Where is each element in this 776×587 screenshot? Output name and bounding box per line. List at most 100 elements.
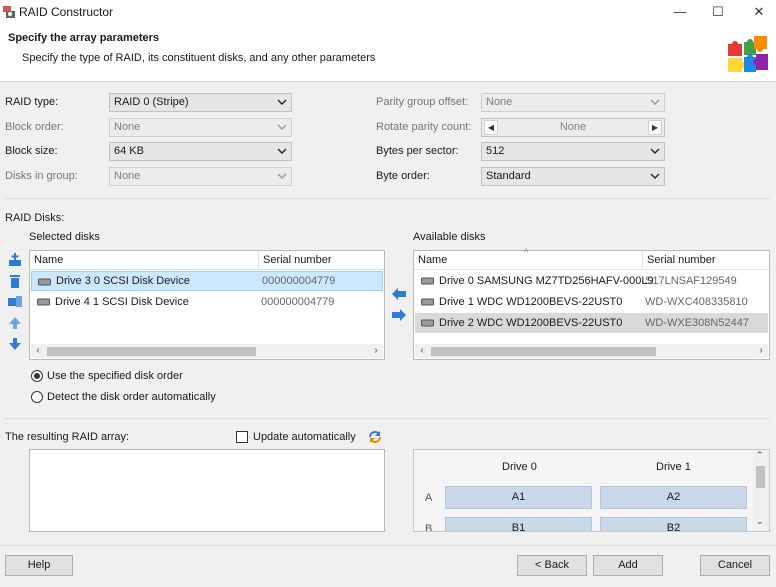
- raid-type-select[interactable]: RAID 0 (Stripe): [109, 93, 292, 112]
- chevron-down-icon: [650, 171, 660, 181]
- raid-disks-label: RAID Disks:: [5, 212, 65, 224]
- block-order-select[interactable]: None: [109, 118, 292, 137]
- close-button[interactable]: ✕: [745, 2, 773, 22]
- detect-order-radio[interactable]: [31, 391, 43, 403]
- block-cell[interactable]: B2: [600, 517, 747, 531]
- scroll-right-icon[interactable]: ›: [754, 344, 768, 358]
- block-cell[interactable]: B1: [445, 517, 592, 531]
- scroll-thumb[interactable]: [431, 347, 656, 356]
- raid-type-label: RAID type:: [5, 96, 59, 108]
- byte-order-label: Byte order:: [376, 170, 430, 182]
- list-item[interactable]: Drive 4 1 SCSI Disk Device 000000004779: [31, 292, 383, 312]
- add-disk-icon[interactable]: [7, 252, 23, 268]
- disk-name: Drive 3 0 SCSI Disk Device: [56, 275, 190, 287]
- block-size-value: 64 KB: [114, 145, 144, 157]
- use-specified-order-label[interactable]: Use the specified disk order: [47, 370, 183, 382]
- parity-offset-label: Parity group offset:: [376, 96, 469, 108]
- chevron-down-icon: [277, 122, 287, 132]
- chevron-down-icon: [650, 97, 660, 107]
- disks-in-group-select[interactable]: None: [109, 167, 292, 186]
- rotate-parity-label: Rotate parity count:: [376, 121, 472, 133]
- use-specified-order-radio[interactable]: [31, 370, 43, 382]
- selected-disks-label: Selected disks: [29, 231, 100, 243]
- bytes-per-sector-label: Bytes per sector:: [376, 145, 459, 157]
- disks-in-group-label: Disks in group:: [5, 170, 78, 182]
- move-up-icon[interactable]: [7, 315, 23, 331]
- list-item[interactable]: Drive 0 SAMSUNG MZ7TD256HAFV-000L9 S17LN…: [415, 271, 768, 291]
- available-disks-list[interactable]: Name Serial number ^ Drive 0 SAMSUNG MZ7…: [413, 247, 770, 360]
- disk-name: Drive 4 1 SCSI Disk Device: [55, 296, 189, 308]
- list-header: Name Serial number ^: [414, 247, 769, 270]
- detect-order-label[interactable]: Detect the disk order automatically: [47, 391, 216, 403]
- row-label-a: A: [425, 492, 433, 504]
- row-label-b: B: [425, 523, 433, 532]
- separator: [0, 545, 776, 546]
- column-serial[interactable]: Serial number: [642, 251, 769, 270]
- disk-serial: 000000004779: [261, 296, 335, 308]
- parity-offset-value: None: [486, 96, 513, 108]
- block-order-label: Block order:: [5, 121, 64, 133]
- list-item[interactable]: Drive 1 WDC WD1200BEVS-22UST0 WD-WXC4083…: [415, 292, 768, 312]
- scroll-up-icon[interactable]: ⌃: [756, 450, 764, 461]
- update-auto-label[interactable]: Update automatically: [253, 431, 356, 443]
- back-button[interactable]: < Back: [517, 555, 587, 576]
- bytes-per-sector-value: 512: [486, 145, 505, 157]
- trash-icon[interactable]: [7, 273, 23, 289]
- vertical-scrollbar[interactable]: ⌃ ⌄: [753, 450, 769, 531]
- list-item[interactable]: Drive 3 0 SCSI Disk Device 000000004779: [31, 271, 383, 291]
- raid-map-view: Drive 0 Drive 1 A A1 A2 B B1 B2 ⌃ ⌄: [413, 449, 770, 532]
- cancel-button[interactable]: Cancel: [700, 555, 770, 576]
- disk-icon: [38, 278, 51, 286]
- scroll-left-icon[interactable]: ‹: [31, 344, 45, 358]
- block-cell[interactable]: A1: [445, 486, 592, 509]
- list-header: Name Serial number: [30, 251, 384, 270]
- help-button[interactable]: Help: [5, 555, 73, 576]
- block-size-select[interactable]: 64 KB: [109, 142, 292, 161]
- chevron-down-icon: [277, 146, 287, 156]
- update-auto-checkbox[interactable]: [236, 431, 248, 443]
- selected-disks-list[interactable]: Name Serial number Drive 3 0 SCSI Disk D…: [29, 250, 385, 360]
- bytes-per-sector-select[interactable]: 512: [481, 142, 665, 161]
- move-down-icon[interactable]: [7, 336, 23, 352]
- scroll-thumb[interactable]: [47, 347, 256, 356]
- result-text-area[interactable]: [29, 449, 385, 532]
- page-title: Specify the array parameters: [8, 32, 160, 44]
- add-button[interactable]: Add: [593, 555, 663, 576]
- disk-icon: [421, 277, 434, 285]
- separator: [5, 198, 770, 199]
- scroll-right-icon[interactable]: ›: [369, 344, 383, 358]
- wizard-header: Specify the array parameters Specify the…: [0, 24, 776, 82]
- chevron-down-icon: [277, 97, 287, 107]
- properties-icon[interactable]: [7, 294, 23, 310]
- column-name[interactable]: Name: [30, 251, 258, 270]
- app-icon: [3, 6, 15, 18]
- scroll-left-icon[interactable]: ‹: [415, 344, 429, 358]
- horizontal-scrollbar[interactable]: ‹ ›: [31, 344, 383, 358]
- column-serial[interactable]: Serial number: [258, 251, 384, 270]
- arrow-left-icon[interactable]: [392, 288, 406, 300]
- rotate-parity-value: None: [559, 121, 587, 133]
- sort-indicator-icon: ^: [524, 247, 529, 257]
- result-label: The resulting RAID array:: [5, 431, 130, 443]
- horizontal-scrollbar[interactable]: ‹ ›: [415, 344, 768, 358]
- scroll-thumb[interactable]: [756, 466, 765, 488]
- increment-button[interactable]: ▶: [648, 120, 662, 135]
- rotate-parity-spinner[interactable]: ◀ None ▶: [481, 118, 665, 137]
- raid-type-value: RAID 0 (Stripe): [114, 96, 189, 108]
- column-drive-1: Drive 1: [656, 461, 691, 473]
- maximize-button[interactable]: ☐: [704, 2, 732, 22]
- block-size-label: Block size:: [5, 145, 58, 157]
- disk-serial: S17LNSAF129549: [645, 275, 737, 287]
- available-disks-label: Available disks: [413, 231, 486, 243]
- minimize-button[interactable]: —: [666, 2, 694, 22]
- refresh-icon[interactable]: [367, 429, 383, 445]
- block-cell[interactable]: A2: [600, 486, 747, 509]
- arrow-right-icon[interactable]: [392, 309, 406, 321]
- parity-offset-select[interactable]: None: [481, 93, 665, 112]
- list-item[interactable]: Drive 2 WDC WD1200BEVS-22UST0 WD-WXE308N…: [415, 313, 768, 333]
- byte-order-select[interactable]: Standard: [481, 167, 665, 186]
- separator: [5, 418, 770, 419]
- disk-serial: WD-WXC408335810: [645, 296, 748, 308]
- byte-order-value: Standard: [486, 170, 531, 182]
- scroll-down-icon[interactable]: ⌄: [756, 516, 764, 527]
